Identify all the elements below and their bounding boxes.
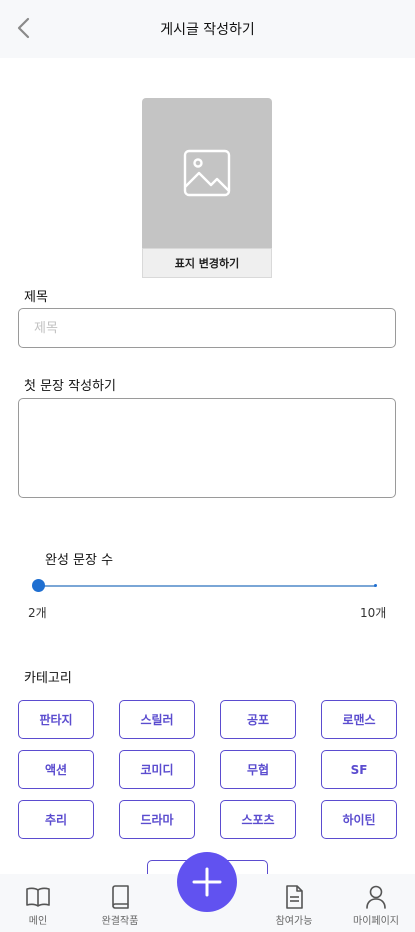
tab-available[interactable]: 참여가능 — [256, 874, 332, 932]
page-title: 게시글 작성하기 — [160, 22, 255, 38]
tab-completed[interactable]: 완결작품 — [82, 874, 158, 932]
slider-end-dot — [374, 584, 377, 587]
slider-min-label: 2개 — [28, 606, 47, 620]
title-label: 제목 — [24, 290, 48, 305]
category-button[interactable]: 하이틴 — [321, 800, 397, 839]
book-open-icon — [26, 887, 50, 907]
tab-completed-label: 완결작품 — [101, 916, 139, 927]
tab-mypage-label: 마이페이지 — [353, 916, 399, 927]
category-button[interactable]: 무협 — [220, 750, 296, 789]
first-sentence-label: 첫 문장 작성하기 — [24, 379, 116, 394]
title-input[interactable] — [18, 308, 396, 348]
sentence-count-label: 완성 문장 수 — [45, 553, 114, 568]
person-icon — [366, 885, 386, 909]
category-button[interactable]: 액션 — [18, 750, 94, 789]
add-post-fab[interactable] — [177, 852, 237, 912]
category-button[interactable]: 드라마 — [119, 800, 195, 839]
category-button[interactable]: 공포 — [220, 700, 296, 739]
category-button[interactable]: 판타지 — [18, 700, 94, 739]
change-cover-button[interactable]: 표지 변경하기 — [142, 248, 272, 278]
category-button[interactable]: 추리 — [18, 800, 94, 839]
tab-available-label: 참여가능 — [275, 916, 313, 927]
book-icon — [112, 885, 129, 909]
category-button[interactable]: SF — [321, 750, 397, 789]
document-icon — [286, 885, 303, 909]
category-label: 카테고리 — [24, 671, 72, 686]
slider-max-label: 10개 — [360, 606, 387, 620]
tab-main[interactable]: 메인 — [0, 874, 76, 932]
tab-main-label: 메인 — [28, 916, 48, 927]
sentence-count-slider-track[interactable] — [38, 585, 376, 587]
category-button[interactable]: 로맨스 — [321, 700, 397, 739]
image-icon — [183, 149, 231, 197]
sentence-count-slider-thumb[interactable] — [32, 579, 45, 592]
category-button[interactable]: 스포츠 — [220, 800, 296, 839]
cover-image[interactable] — [142, 98, 272, 248]
first-sentence-textarea[interactable] — [18, 398, 396, 498]
category-button[interactable]: 스릴러 — [119, 700, 195, 739]
category-button[interactable]: 코미디 — [119, 750, 195, 789]
tab-mypage[interactable]: 마이페이지 — [338, 874, 414, 932]
plus-icon — [192, 867, 222, 897]
